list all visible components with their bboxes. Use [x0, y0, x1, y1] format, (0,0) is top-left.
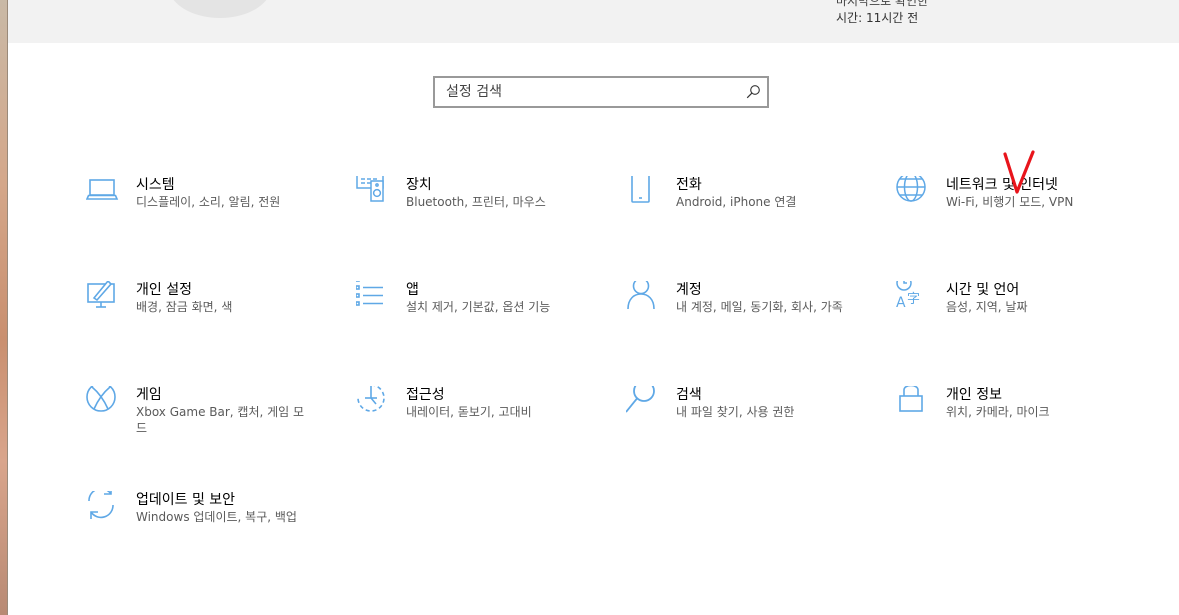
last-checked-label: 마지막으로 확인한: [836, 0, 929, 8]
tile-subtitle: Windows 업데이트, 복구, 백업: [136, 510, 297, 524]
tile-phone[interactable]: 전화 Android, iPhone 연결: [626, 176, 866, 246]
tile-title: 시스템: [136, 177, 175, 193]
search-icon[interactable]: [745, 84, 761, 100]
apps-list-icon: [356, 281, 390, 315]
tile-title: 장치: [406, 177, 432, 193]
tile-subtitle: 내 파일 찾기, 사용 권한: [676, 405, 795, 419]
tile-title: 전화: [676, 177, 702, 193]
tile-title: 시간 및 언어: [946, 282, 1020, 298]
tile-search[interactable]: 검색 내 파일 찾기, 사용 권한: [626, 386, 866, 456]
xbox-icon: [86, 386, 120, 420]
desktop-edge: [0, 0, 8, 615]
time-language-icon: A 字: [896, 281, 930, 315]
tile-devices[interactable]: 장치 Bluetooth, 프린터, 마우스: [356, 176, 596, 246]
tile-subtitle: 내 계정, 메일, 동기화, 회사, 가족: [676, 300, 843, 314]
tile-title: 앱: [406, 282, 419, 298]
tile-time-language[interactable]: A 字 시간 및 언어 음성, 지역, 날짜: [896, 281, 1136, 351]
tile-title: 개인 설정: [136, 282, 192, 298]
svg-text:字: 字: [907, 292, 920, 307]
phone-icon: [626, 176, 660, 210]
tile-title: 업데이트 및 보안: [136, 492, 236, 508]
tile-title: 검색: [676, 387, 702, 403]
svg-text:A: A: [896, 295, 906, 311]
person-icon: [626, 281, 660, 315]
laptop-icon: [86, 176, 120, 210]
tile-network[interactable]: 네트워크 및 인터넷 Wi-Fi, 비행기 모드, VPN: [896, 176, 1136, 246]
tile-personalization[interactable]: 개인 설정 배경, 잠금 화면, 색: [86, 281, 326, 351]
tile-subtitle: Bluetooth, 프린터, 마우스: [406, 195, 546, 209]
tile-subtitle: 설치 제거, 기본값, 옵션 기능: [406, 300, 551, 314]
avatar: [168, 0, 272, 18]
tile-subtitle: 위치, 카메라, 마이크: [946, 405, 1050, 419]
tile-subtitle: 디스플레이, 소리, 알림, 전원: [136, 195, 281, 209]
last-checked-time: 시간: 11시간 전: [836, 11, 919, 25]
tile-subtitle: 내레이터, 돋보기, 고대비: [406, 405, 532, 419]
tile-title: 게임: [136, 387, 162, 403]
tile-accounts[interactable]: 계정 내 계정, 메일, 동기화, 회사, 가족: [626, 281, 866, 351]
tile-title: 네트워크 및 인터넷: [946, 177, 1058, 193]
tile-subtitle: Wi-Fi, 비행기 모드, VPN: [946, 195, 1074, 209]
ease-of-access-icon: [356, 386, 390, 420]
settings-search[interactable]: [433, 76, 769, 108]
lock-icon: [896, 386, 930, 420]
tile-subtitle: Xbox Game Bar, 캡처, 게임 모드: [136, 405, 305, 435]
personalization-icon: [86, 281, 120, 315]
globe-icon: [896, 176, 930, 210]
sync-icon: [86, 491, 120, 525]
tile-apps[interactable]: 앱 설치 제거, 기본값, 옵션 기능: [356, 281, 596, 351]
tile-ease-of-access[interactable]: 접근성 내레이터, 돋보기, 고대비: [356, 386, 596, 456]
devices-icon: [356, 176, 390, 210]
tile-update-security[interactable]: 업데이트 및 보안 Windows 업데이트, 복구, 백업: [86, 491, 326, 561]
tile-gaming[interactable]: 게임 Xbox Game Bar, 캡처, 게임 모드: [86, 386, 326, 456]
tile-system[interactable]: 시스템 디스플레이, 소리, 알림, 전원: [86, 176, 326, 246]
tile-privacy[interactable]: 개인 정보 위치, 카메라, 마이크: [896, 386, 1136, 456]
tile-title: 계정: [676, 282, 702, 298]
tile-subtitle: 음성, 지역, 날짜: [946, 300, 1028, 314]
tile-subtitle: Android, iPhone 연결: [676, 195, 797, 209]
account-header: [8, 0, 1179, 43]
tile-title: 개인 정보: [946, 387, 1002, 403]
tile-title: 접근성: [406, 387, 445, 403]
search-input[interactable]: [435, 78, 746, 106]
tile-subtitle: 배경, 잠금 화면, 색: [136, 300, 233, 314]
magnifier-icon: [626, 386, 660, 420]
